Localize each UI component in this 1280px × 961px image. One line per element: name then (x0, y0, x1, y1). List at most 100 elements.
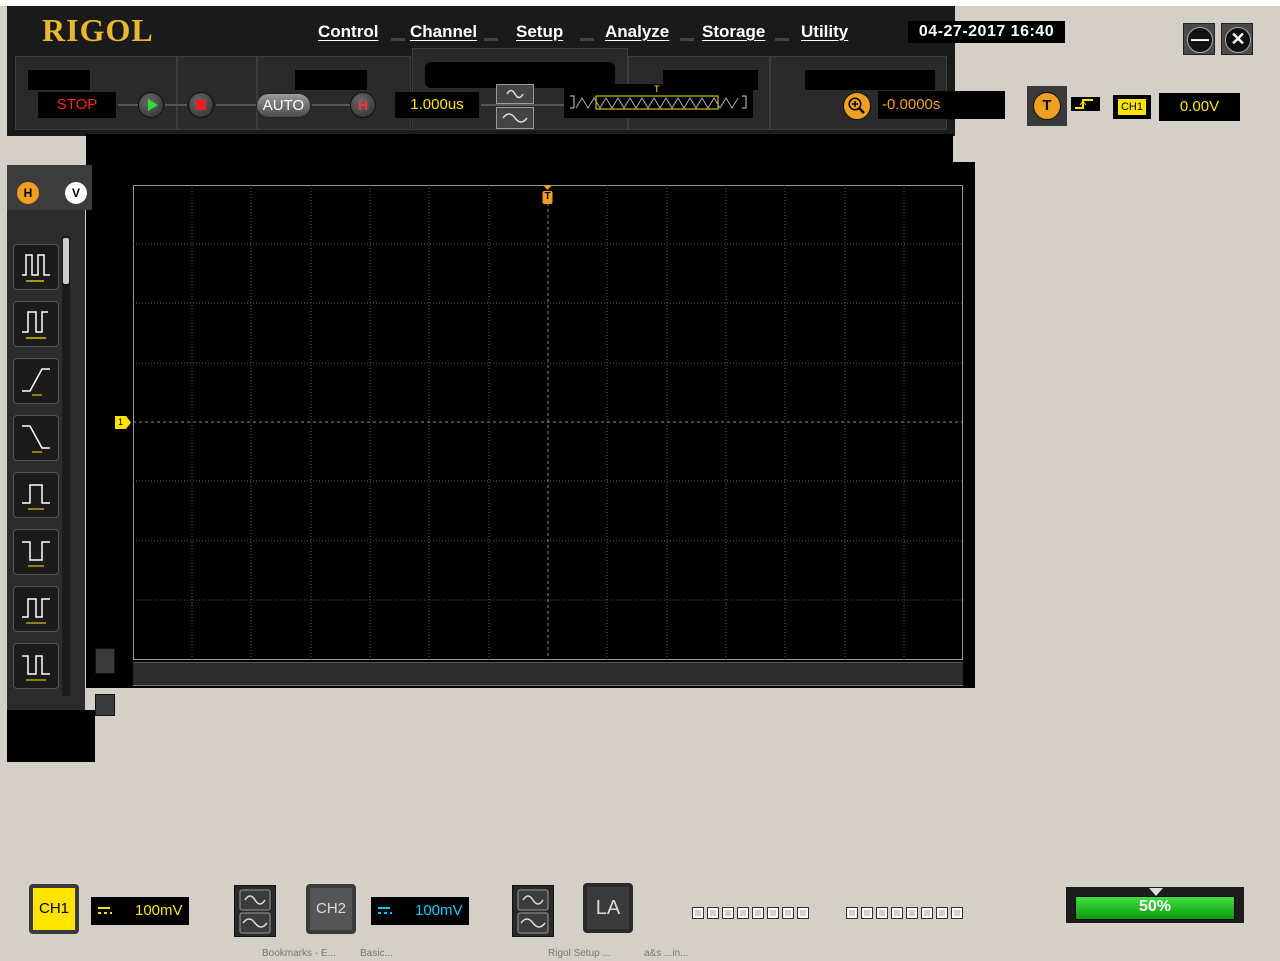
trigger-source[interactable]: CH1 (1113, 95, 1151, 119)
sine-wave-icon (506, 89, 524, 99)
ch1-offset-marker[interactable]: 1 (115, 416, 131, 429)
close-icon: ✕ (1225, 27, 1251, 53)
duration-trigger-button[interactable] (13, 643, 59, 689)
digital-channel-indicator[interactable] (861, 907, 873, 919)
sine-wave-icon (517, 889, 549, 934)
horizontal-scrollbar[interactable] (133, 662, 963, 686)
ch2-coupling-button[interactable] (512, 885, 554, 937)
trigger-source-label: CH1 (1118, 99, 1146, 115)
wide-sine-wave-icon (502, 113, 528, 123)
dc-coupling-icon (378, 907, 392, 914)
digital-channel-indicator[interactable] (692, 907, 704, 919)
menu-storage[interactable]: Storage (702, 22, 765, 42)
ch1-marker-label: 1 (117, 417, 123, 427)
magnifier-icon (848, 97, 865, 114)
brand-logo: RIGOL (42, 12, 154, 48)
panel-handle[interactable] (95, 648, 115, 674)
trigger-list-scrollbar[interactable] (62, 236, 70, 696)
dc-coupling-icon (98, 907, 112, 914)
tab-horizontal[interactable]: H (17, 182, 39, 204)
digital-channel-indicator[interactable] (752, 907, 764, 919)
menu-setup[interactable]: Setup (516, 22, 563, 42)
scrollbar-thumb[interactable] (63, 238, 69, 284)
menu-separator (580, 38, 594, 41)
waveform-overview[interactable]: T (564, 84, 753, 118)
digital-channel-indicator[interactable] (767, 907, 779, 919)
menu-separator (391, 38, 405, 41)
digital-channel-indicator[interactable] (906, 907, 918, 919)
positive-pulse-trigger-button[interactable] (13, 472, 59, 518)
timebase-readout[interactable]: 1.000us (395, 92, 479, 118)
stop-button[interactable] (188, 92, 214, 118)
ch1-coupling-button[interactable] (234, 885, 276, 937)
minimize-button[interactable]: — (1183, 23, 1215, 55)
menu-separator (680, 38, 694, 41)
trigger-level-readout[interactable]: 0.00V (1159, 93, 1240, 121)
digital-channel-indicator[interactable] (797, 907, 809, 919)
rising-slope-icon (22, 368, 50, 396)
tab-vertical[interactable]: V (65, 182, 87, 204)
digital-channel-indicator[interactable] (951, 907, 963, 919)
runt-trigger-button[interactable] (13, 301, 59, 347)
stop-icon (196, 100, 206, 110)
taskbar-item[interactable]: Bookmarks - E... (262, 948, 336, 959)
pattern-trigger-button[interactable] (13, 586, 59, 632)
close-button[interactable]: ✕ (1221, 23, 1253, 55)
menu-analyze[interactable]: Analyze (605, 22, 669, 42)
horizontal-badge[interactable]: H (350, 92, 376, 118)
play-icon (148, 99, 158, 111)
trigger-edge-icon[interactable] (1071, 97, 1100, 111)
ch1-scale[interactable]: 100mV (91, 897, 189, 925)
pulse-width-trigger-button[interactable] (13, 244, 59, 290)
run-state-label[interactable]: STOP (38, 92, 116, 118)
taskbar-item[interactable]: a&s ...in... (644, 948, 688, 959)
zoom-button[interactable] (843, 92, 871, 120)
connector-line (165, 104, 187, 106)
digital-channel-indicator[interactable] (921, 907, 933, 919)
rising-slope-trigger-button[interactable] (13, 358, 59, 404)
digital-channel-indicator[interactable] (891, 907, 903, 919)
auto-button[interactable]: AUTO (256, 93, 311, 118)
taskbar: Bookmarks - E... Basic... Rigol Setup ..… (0, 948, 1280, 961)
runt-icon (22, 311, 48, 339)
la-button[interactable]: LA (583, 883, 633, 933)
digital-channels-group-2[interactable] (846, 906, 966, 920)
overview-trigger-marker: T (654, 84, 660, 94)
intensity-pointer-icon (1149, 888, 1163, 896)
trigger-position-marker[interactable]: T (541, 185, 554, 207)
ch1-button[interactable]: CH1 (29, 884, 79, 934)
pattern-icon (22, 598, 50, 624)
trigger-badge: T (1033, 92, 1061, 120)
digital-channels-group-1[interactable] (692, 906, 812, 920)
run-button[interactable] (138, 92, 164, 118)
left-lower-panel (7, 710, 95, 762)
horizontal-offset-readout[interactable]: -0.0000s (878, 91, 1005, 119)
digital-channel-indicator[interactable] (722, 907, 734, 919)
taskbar-item[interactable]: Rigol Setup ... (548, 948, 611, 959)
ch2-button[interactable]: CH2 (306, 884, 356, 934)
datetime-display: 04-27-2017 16:40 (908, 21, 1065, 43)
trigger-button[interactable]: T (1027, 86, 1067, 126)
status-slot (28, 70, 90, 90)
falling-slope-trigger-button[interactable] (13, 415, 59, 461)
negative-pulse-trigger-button[interactable] (13, 529, 59, 575)
digital-channel-indicator[interactable] (936, 907, 948, 919)
menu-utility[interactable]: Utility (801, 22, 848, 42)
screen-top-frame (86, 134, 953, 162)
digital-channel-indicator[interactable] (846, 907, 858, 919)
graticule[interactable] (133, 185, 963, 660)
menu-control[interactable]: Control (318, 22, 378, 42)
taskbar-item[interactable]: Basic... (360, 948, 393, 959)
menu-separator (484, 38, 498, 41)
ch2-scale[interactable]: 100mV (371, 897, 469, 925)
timebase-down-button[interactable] (496, 107, 534, 129)
digital-channel-indicator[interactable] (707, 907, 719, 919)
digital-channel-indicator[interactable] (737, 907, 749, 919)
status-slot (295, 70, 367, 90)
digital-channel-indicator[interactable] (782, 907, 794, 919)
timebase-up-button[interactable] (496, 84, 534, 104)
minimize-icon: — (1187, 27, 1213, 53)
digital-channel-indicator[interactable] (876, 907, 888, 919)
menu-channel[interactable]: Channel (410, 22, 477, 42)
panel-handle[interactable] (95, 694, 115, 716)
